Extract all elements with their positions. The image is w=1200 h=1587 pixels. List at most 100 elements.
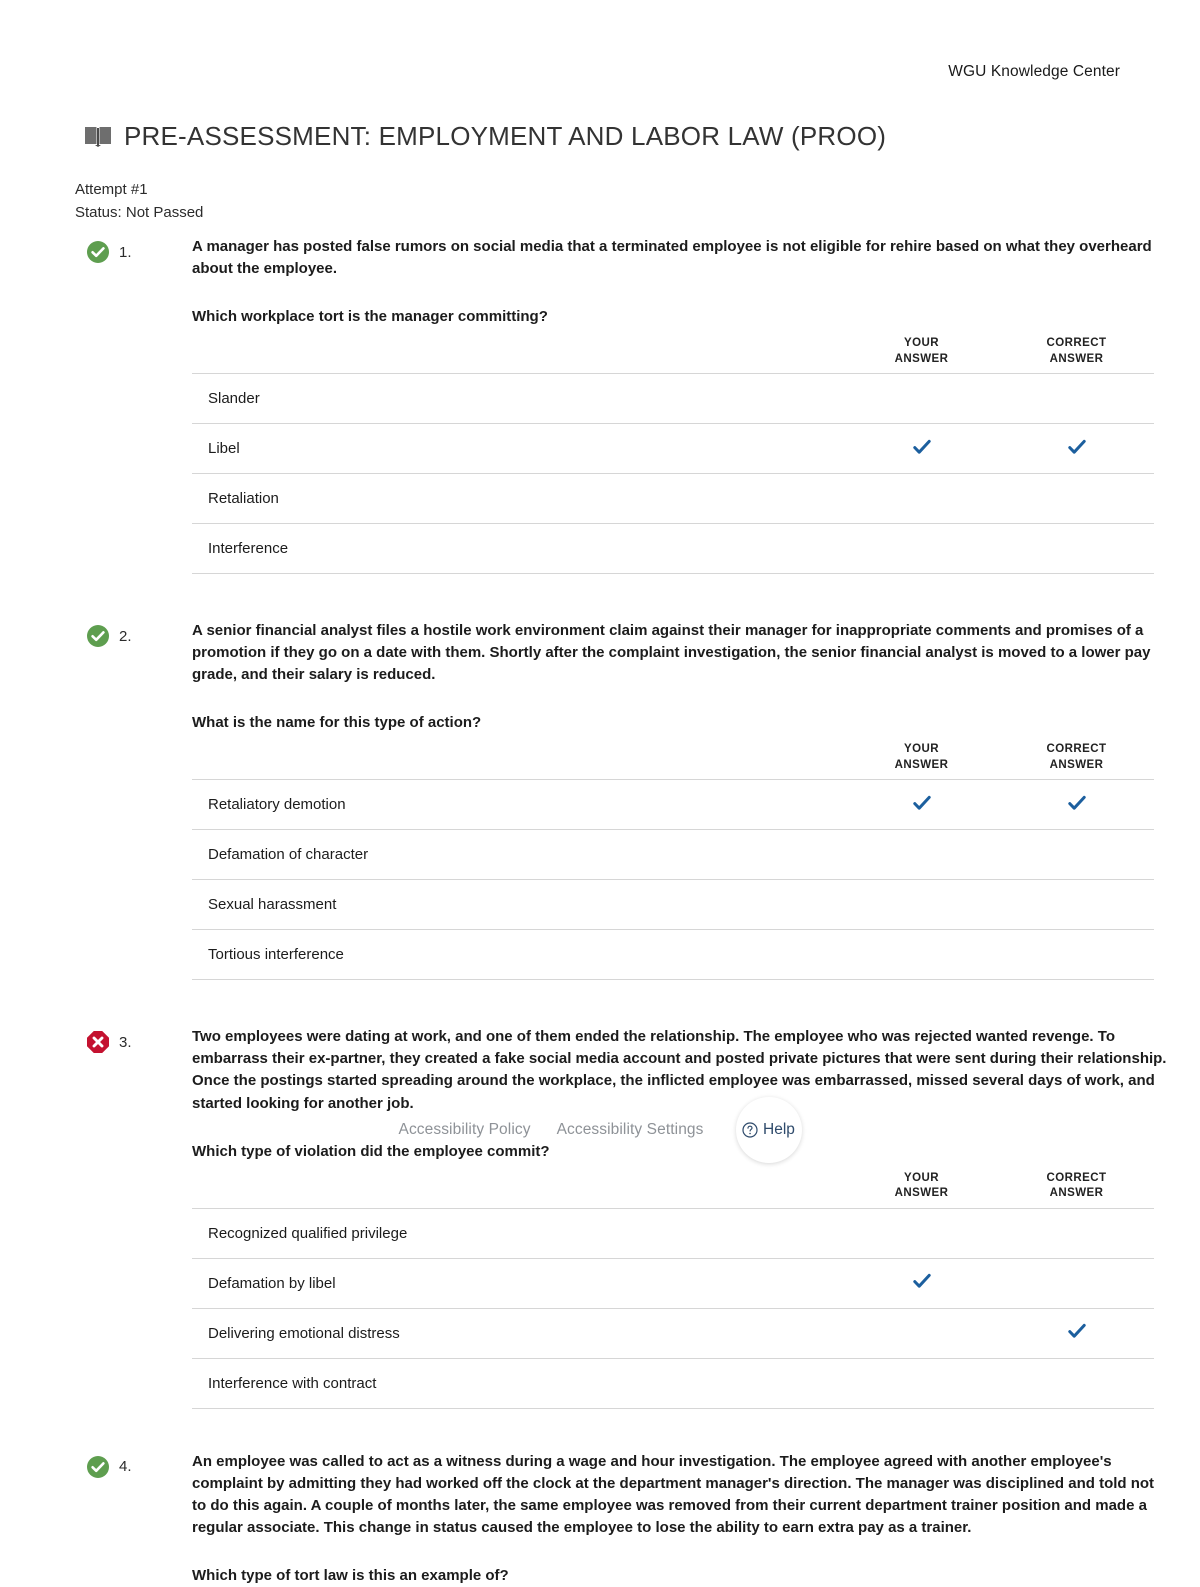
question-number: 2. bbox=[119, 627, 132, 645]
your-answer-cell bbox=[844, 373, 999, 425]
table-row[interactable]: Retaliatory demotion bbox=[192, 779, 1154, 831]
answer-table: YOUR ANSWER CORRECT ANSWER Recognized qu… bbox=[192, 1170, 1154, 1409]
table-row[interactable]: Defamation by libel bbox=[192, 1258, 1154, 1309]
option-label: Slander bbox=[192, 373, 844, 425]
question-prompt: Which type of tort law is this an exampl… bbox=[192, 1566, 509, 1584]
check-icon bbox=[1067, 795, 1086, 810]
correct-answer-cell bbox=[999, 523, 1154, 575]
answer-table-header-row: YOUR ANSWER CORRECT ANSWER bbox=[192, 1170, 1154, 1209]
option-label: Delivering emotional distress bbox=[192, 1308, 844, 1359]
table-row[interactable]: Interference with contract bbox=[192, 1358, 1154, 1409]
correct-answer-cell bbox=[999, 423, 1154, 475]
correct-answer-line2: ANSWER bbox=[1049, 1187, 1104, 1200]
question-block: 4. An employee was called to act as a wi… bbox=[0, 1451, 1200, 1587]
option-label: Retaliatory demotion bbox=[192, 779, 844, 831]
table-row[interactable]: Slander bbox=[192, 373, 1154, 425]
table-row[interactable]: Recognized qualified privilege bbox=[192, 1208, 1154, 1259]
table-row[interactable]: Delivering emotional distress bbox=[192, 1308, 1154, 1359]
your-answer-column-header: YOUR ANSWER bbox=[844, 742, 999, 781]
correct-answer-cell bbox=[999, 473, 1154, 525]
correct-answer-cell bbox=[999, 1358, 1154, 1409]
question-marker: 3. bbox=[86, 1030, 132, 1054]
attempt-status: Status: Not Passed bbox=[75, 204, 204, 222]
question-marker: 2. bbox=[86, 624, 132, 648]
correct-answer-cell bbox=[999, 829, 1154, 881]
table-row[interactable]: Retaliation bbox=[192, 473, 1154, 525]
check-icon bbox=[1067, 439, 1086, 454]
table-row[interactable]: Tortious interference bbox=[192, 929, 1154, 981]
table-row[interactable]: Sexual harassment bbox=[192, 879, 1154, 931]
attempt-info: Attempt #1 Status: Not Passed bbox=[75, 178, 203, 225]
check-icon bbox=[1067, 1324, 1086, 1338]
your-answer-cell bbox=[844, 1258, 999, 1309]
your-answer-cell bbox=[844, 1358, 999, 1409]
x-octagon-icon bbox=[87, 1031, 109, 1054]
correct-answer-line2: ANSWER bbox=[1049, 758, 1104, 771]
accessibility-settings-link[interactable]: Accessibility Settings bbox=[557, 1121, 704, 1139]
correct-answer-line1: CORRECT bbox=[1046, 337, 1107, 350]
option-column-header bbox=[192, 742, 844, 781]
page-title-row: PRE-ASSESSMENT: EMPLOYMENT AND LABOR LAW… bbox=[84, 106, 886, 167]
check-icon bbox=[912, 1274, 931, 1288]
your-answer-column-header: YOUR ANSWER bbox=[844, 336, 999, 375]
question-stem: A manager has posted false rumors on soc… bbox=[192, 238, 1156, 278]
question-block: 3. Two employees were dating at work, an… bbox=[0, 1026, 1200, 1409]
help-button[interactable]: Help bbox=[735, 1097, 802, 1163]
book-icon bbox=[85, 127, 111, 148]
your-answer-line1: YOUR bbox=[903, 1171, 940, 1184]
question-stem: An employee was called to act as a witne… bbox=[192, 1452, 1159, 1536]
check-circle-icon bbox=[87, 625, 109, 648]
table-row[interactable]: Interference bbox=[192, 523, 1154, 575]
answer-table-header-row: YOUR ANSWER CORRECT ANSWER bbox=[192, 336, 1154, 375]
question-prompt: What is the name for this type of action… bbox=[192, 714, 482, 732]
check-icon bbox=[912, 439, 931, 454]
question-number: 3. bbox=[119, 1033, 132, 1051]
question-stem: A senior financial analyst files a hosti… bbox=[192, 622, 1155, 684]
question-spacer bbox=[0, 980, 1200, 1026]
accessibility-bar: Accessibility Policy Accessibility Setti… bbox=[0, 1097, 1200, 1163]
question-prompt: Which workplace tort is the manager comm… bbox=[192, 308, 548, 326]
correct-answer-column-header: CORRECT ANSWER bbox=[999, 1170, 1154, 1209]
correct-answer-cell bbox=[999, 1258, 1154, 1309]
your-answer-cell bbox=[844, 879, 999, 931]
answer-table-header-row: YOUR ANSWER CORRECT ANSWER bbox=[192, 742, 1154, 781]
your-answer-cell bbox=[844, 1208, 999, 1259]
option-column-header bbox=[192, 336, 844, 375]
your-answer-cell bbox=[844, 423, 999, 475]
question-marker: 1. bbox=[86, 240, 132, 264]
your-answer-cell bbox=[844, 1308, 999, 1359]
question-stem: Two employees were dating at work, and o… bbox=[192, 1028, 1171, 1112]
correct-answer-line1: CORRECT bbox=[1046, 743, 1107, 756]
correct-answer-cell bbox=[999, 1208, 1154, 1259]
accessibility-policy-link[interactable]: Accessibility Policy bbox=[399, 1121, 531, 1139]
your-answer-cell bbox=[844, 929, 999, 981]
correct-answer-column-header: CORRECT ANSWER bbox=[999, 336, 1154, 375]
table-row[interactable]: Libel bbox=[192, 423, 1154, 475]
question-spacer bbox=[0, 1409, 1200, 1451]
correct-answer-line2: ANSWER bbox=[1049, 352, 1104, 365]
your-answer-line1: YOUR bbox=[903, 337, 940, 350]
table-row[interactable]: Defamation of character bbox=[192, 829, 1154, 881]
question-number: 4. bbox=[119, 1458, 132, 1476]
option-label: Defamation by libel bbox=[192, 1258, 844, 1309]
your-answer-line2: ANSWER bbox=[894, 758, 949, 771]
question-block: 2. A senior financial analyst files a ho… bbox=[0, 620, 1200, 981]
brand-label: WGU Knowledge Center bbox=[948, 63, 1120, 80]
your-answer-line2: ANSWER bbox=[894, 1187, 949, 1200]
option-label: Sexual harassment bbox=[192, 879, 844, 931]
help-label: Help bbox=[763, 1121, 795, 1138]
option-label: Interference bbox=[192, 523, 844, 575]
question-circle-icon bbox=[742, 1122, 758, 1138]
correct-answer-column-header: CORRECT ANSWER bbox=[999, 742, 1154, 781]
your-answer-line2: ANSWER bbox=[894, 352, 949, 365]
option-label: Recognized qualified privilege bbox=[192, 1208, 844, 1259]
check-icon bbox=[912, 795, 931, 810]
question-marker: 4. bbox=[86, 1455, 132, 1479]
your-answer-cell bbox=[844, 473, 999, 525]
your-answer-cell bbox=[844, 779, 999, 831]
correct-answer-line1: CORRECT bbox=[1046, 1171, 1107, 1184]
answer-table: YOUR ANSWER CORRECT ANSWER Slander Libel… bbox=[192, 336, 1154, 575]
your-answer-column-header: YOUR ANSWER bbox=[844, 1170, 999, 1209]
option-label: Tortious interference bbox=[192, 929, 844, 981]
correct-answer-cell bbox=[999, 1308, 1154, 1359]
